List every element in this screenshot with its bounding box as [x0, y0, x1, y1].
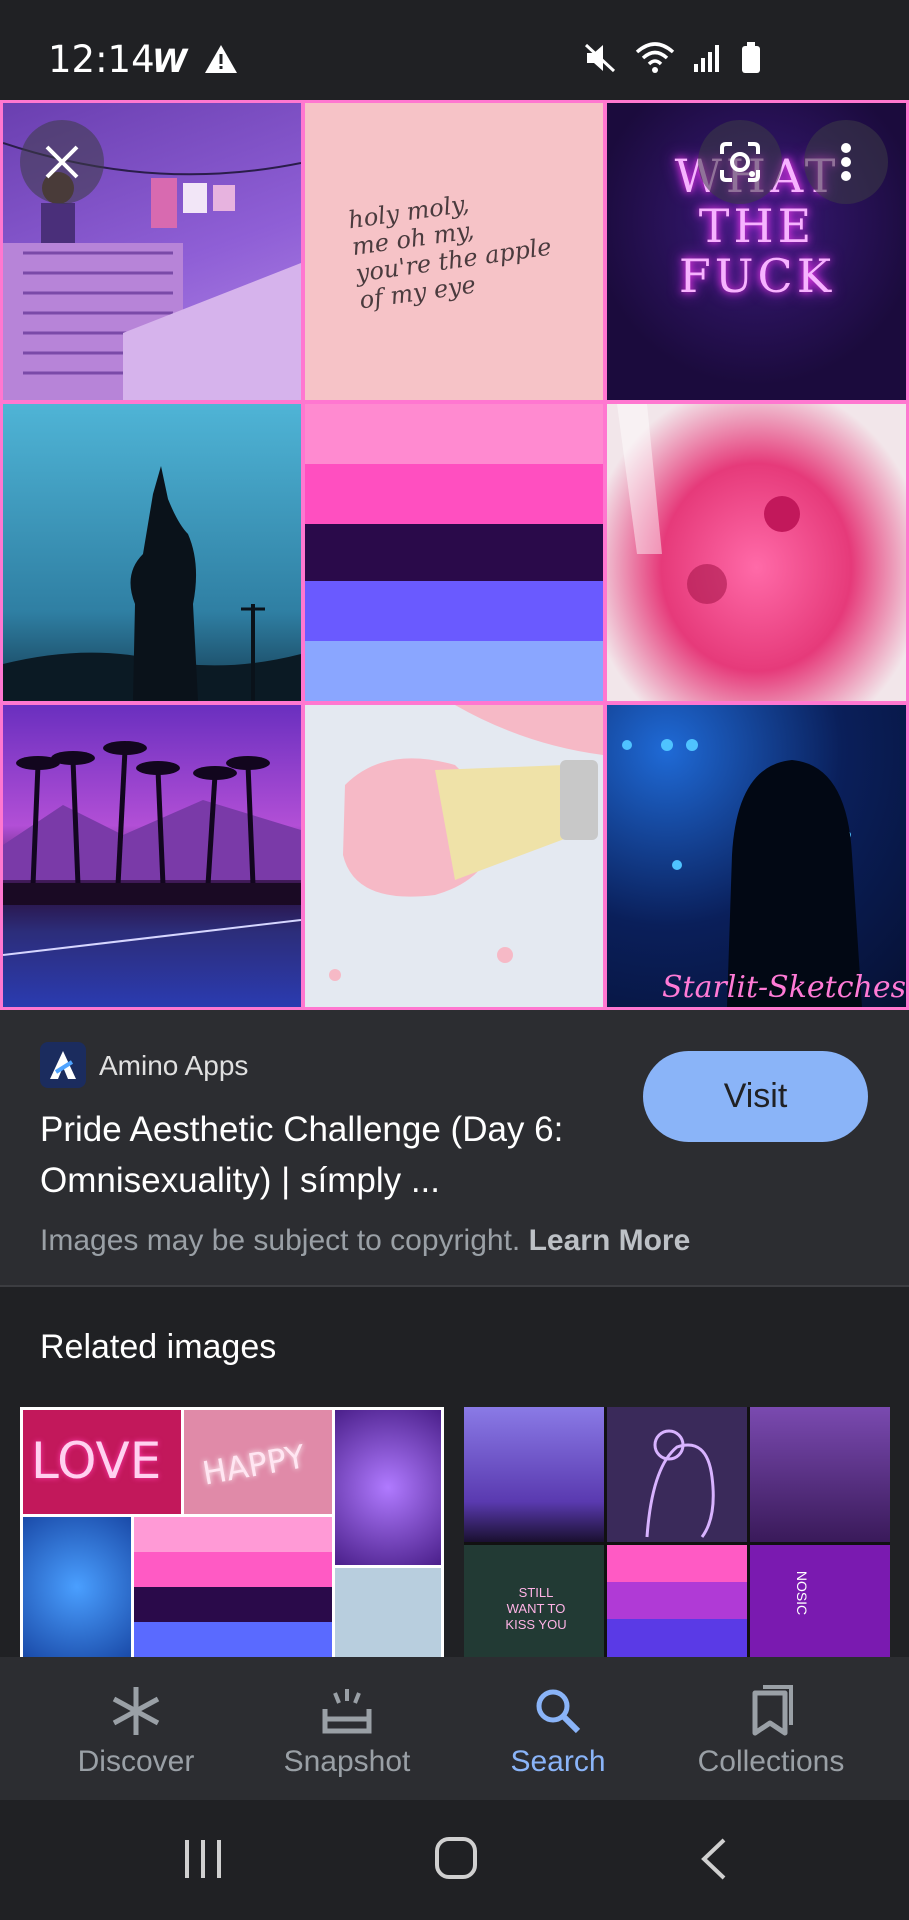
signal-icon [693, 42, 723, 79]
lens-icon [720, 142, 760, 182]
nav-discover[interactable]: Discover [31, 1657, 241, 1800]
more-options-button[interactable] [804, 120, 888, 204]
close-button[interactable] [20, 120, 104, 204]
nav-collections[interactable]: Collections [666, 1657, 876, 1800]
w-app-icon: W [152, 42, 188, 80]
search-icon [536, 1689, 581, 1734]
happy-neon-text: HAPPY [199, 1437, 308, 1493]
visit-button[interactable]: Visit [643, 1051, 868, 1142]
asterisk-icon [112, 1687, 160, 1735]
collage-tile-lights: Starlit-Sketches [607, 705, 906, 1007]
related-images-heading: Related images [40, 1328, 277, 1366]
collage-tile-palms [3, 705, 301, 1007]
close-icon [45, 145, 79, 179]
recent-apps-icon[interactable] [183, 1838, 223, 1880]
more-vert-icon [841, 143, 851, 181]
nav-search[interactable]: Search [453, 1657, 663, 1800]
collage-tile-silhouette [3, 404, 301, 701]
main-image[interactable]: holy moly, me oh my, you're the apple of… [0, 100, 909, 1010]
status-time: 12:14 [48, 38, 155, 81]
bottle-label: NOSIC [794, 1570, 811, 1616]
note-text: holy moly, me oh my, you're the apple of… [346, 189, 554, 315]
back-icon[interactable] [698, 1838, 728, 1880]
copyright-notice: Images may be subject to copyright. Lear… [40, 1224, 690, 1258]
warning-icon [203, 43, 239, 80]
home-icon[interactable] [434, 1836, 478, 1880]
collections-icon [752, 1685, 793, 1736]
still-want-text: STILL WANT TO KISS YOU [505, 1585, 567, 1632]
system-navigation-bar [0, 1800, 909, 1920]
collage-tile-note: holy moly, me oh my, you're the apple of… [305, 103, 603, 400]
collage-tile-brush [305, 705, 603, 1007]
watermark-text: Starlit-Sketches [661, 970, 906, 1005]
bottom-navigation: Discover Snapshot Search Collections [0, 1657, 909, 1800]
copyright-text: Images may be subject to copyright. [40, 1224, 521, 1257]
collage-tile-slime [607, 404, 906, 701]
nav-snapshot[interactable]: Snapshot [242, 1657, 452, 1800]
nav-label-collections: Collections [697, 1745, 845, 1778]
status-bar: 12:14 W [0, 0, 909, 100]
nav-label-search: Search [510, 1745, 606, 1778]
related-image-thumbnail[interactable]: STILL WANT TO KISS YOU NOSIC [464, 1407, 890, 1657]
result-title[interactable]: Pride Aesthetic Challenge (Day 6: Omnise… [40, 1104, 630, 1206]
nav-label-discover: Discover [77, 1745, 195, 1778]
nav-label-snapshot: Snapshot [283, 1745, 411, 1778]
collage-tile-flag [305, 404, 603, 701]
learn-more-link[interactable]: Learn More [529, 1224, 691, 1257]
source-name[interactable]: Amino Apps [99, 1050, 248, 1082]
wifi-icon [635, 42, 675, 79]
battery-icon [741, 42, 761, 79]
divider [0, 1285, 909, 1287]
amino-logo-icon [40, 1042, 86, 1088]
related-image-thumbnail[interactable]: LOVE HAPPY [20, 1407, 444, 1657]
lens-button[interactable] [698, 120, 782, 204]
mute-icon [583, 42, 617, 79]
love-neon-text: LOVE [31, 1432, 162, 1490]
snapshot-icon [322, 1689, 372, 1734]
